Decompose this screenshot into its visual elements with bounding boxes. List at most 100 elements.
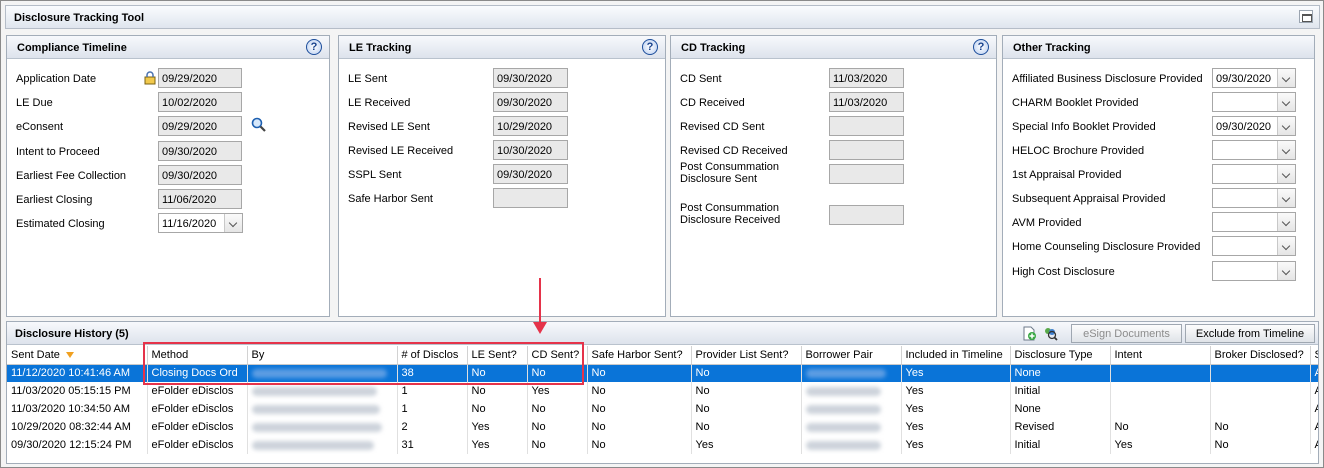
column-label: Sent Date (11, 349, 60, 362)
cell-intent (1110, 382, 1211, 400)
table-row[interactable]: 11/12/2020 10:41:46 AM Closing Docs Ord … (7, 364, 1318, 382)
earliest-fee-collection-field[interactable]: 09/30/2020 (158, 165, 242, 185)
econsent-field[interactable]: 09/29/2020 (158, 116, 242, 136)
le-received-row: LE Received 09/30/2020 (339, 92, 665, 114)
charm-booklet-dropdown[interactable] (1212, 92, 1296, 112)
avm-row: AVM Provided (1003, 212, 1314, 234)
charm-booklet-row: CHARM Booklet Provided (1003, 92, 1314, 114)
lock-icon[interactable] (144, 71, 156, 85)
column-header-broker-disclosed[interactable]: Broker Disclosed? (1210, 346, 1311, 365)
intent-to-proceed-row: Intent to Proceed 09/30/2020 (7, 141, 329, 163)
add-document-icon[interactable] (1022, 326, 1037, 341)
chevron-down-icon[interactable] (1277, 262, 1295, 280)
field-label: CD Sent (680, 73, 722, 85)
cell-broker-disclosed (1210, 364, 1311, 382)
le-sent-row: LE Sent 09/30/2020 (339, 68, 665, 90)
revised-cd-sent-field[interactable] (829, 116, 904, 136)
chevron-down-icon[interactable] (1277, 165, 1295, 183)
magnifier-icon[interactable] (251, 117, 267, 133)
column-header-s[interactable]: S (1310, 346, 1318, 365)
home-counseling-dropdown[interactable] (1212, 236, 1296, 256)
chevron-down-icon[interactable] (1277, 189, 1295, 207)
chevron-down-icon[interactable] (1277, 141, 1295, 159)
cell-sent-date: 11/03/2020 10:34:50 AM (7, 400, 148, 418)
post-consummation-received-field[interactable] (829, 205, 904, 225)
cd-received-field[interactable]: 11/03/2020 (829, 92, 904, 112)
heloc-brochure-dropdown[interactable] (1212, 140, 1296, 160)
table-row[interactable]: 09/30/2020 12:15:24 PM eFolder eDisclos … (7, 436, 1318, 454)
column-header-included-in-timeline[interactable]: Included in Timeline (901, 346, 1011, 365)
help-icon[interactable]: ? (642, 39, 658, 55)
avm-dropdown[interactable] (1212, 212, 1296, 232)
panel-header: Compliance Timeline? (7, 36, 329, 59)
special-info-booklet-dropdown[interactable]: 09/30/2020 (1212, 116, 1296, 136)
estimated-closing-dropdown[interactable]: 11/16/2020 (158, 213, 243, 233)
table-row[interactable]: 10/29/2020 08:32:44 AM eFolder eDisclos … (7, 418, 1318, 436)
le-sent-field[interactable]: 09/30/2020 (493, 68, 568, 88)
cell-intent: No (1110, 418, 1211, 436)
window-titlebar: Disclosure Tracking Tool (5, 5, 1320, 29)
table-row[interactable]: 11/03/2020 10:34:50 AM eFolder eDisclos … (7, 400, 1318, 418)
earliest-closing-field[interactable]: 11/06/2020 (158, 189, 242, 209)
first-appraisal-dropdown[interactable] (1212, 164, 1296, 184)
help-icon[interactable]: ? (973, 39, 989, 55)
field-label: Revised CD Received (680, 145, 788, 157)
table-header-row: Sent Date Method By # of Disclos LE Sent… (7, 346, 1318, 365)
panel-header: LE Tracking? (339, 36, 665, 59)
column-header-method[interactable]: Method (147, 346, 248, 365)
high-cost-dropdown[interactable] (1212, 261, 1296, 281)
revised-le-sent-field[interactable]: 10/29/2020 (493, 116, 568, 136)
panel-title: LE Tracking (349, 42, 412, 54)
search-people-icon[interactable] (1043, 326, 1058, 341)
cd-received-row: CD Received 11/03/2020 (671, 92, 996, 114)
affiliated-business-dropdown[interactable]: 09/30/2020 (1212, 68, 1296, 88)
safe-harbor-sent-field[interactable] (493, 188, 568, 208)
column-header-num-disclos[interactable]: # of Disclos (397, 346, 468, 365)
cd-sent-field[interactable]: 11/03/2020 (829, 68, 904, 88)
cell-provider-list-sent: No (691, 400, 802, 418)
table-row[interactable]: 11/03/2020 05:15:15 PM eFolder eDisclos … (7, 382, 1318, 400)
le-due-field[interactable]: 10/02/2020 (158, 92, 242, 112)
esign-documents-button[interactable]: eSign Documents (1071, 324, 1182, 343)
cell-safe-harbor-sent: No (587, 382, 692, 400)
column-header-cd-sent[interactable]: CD Sent? (527, 346, 588, 365)
estimated-closing-row: Estimated Closing 11/16/2020 (7, 213, 329, 235)
application-date-field[interactable]: 09/29/2020 (158, 68, 242, 88)
chevron-down-icon[interactable] (1277, 237, 1295, 255)
exclude-from-timeline-button[interactable]: Exclude from Timeline (1185, 324, 1315, 343)
sspl-sent-field[interactable]: 09/30/2020 (493, 164, 568, 184)
column-header-sent-date[interactable]: Sent Date (7, 346, 148, 365)
le-received-field[interactable]: 09/30/2020 (493, 92, 568, 112)
revised-le-received-row: Revised LE Received 10/30/2020 (339, 140, 665, 162)
cell-by-redacted (247, 400, 398, 418)
column-header-safe-harbor-sent[interactable]: Safe Harbor Sent? (587, 346, 692, 365)
column-header-le-sent[interactable]: LE Sent? (467, 346, 528, 365)
revised-le-received-field[interactable]: 10/30/2020 (493, 140, 568, 160)
chevron-down-icon[interactable] (1277, 69, 1295, 87)
intent-to-proceed-field[interactable]: 09/30/2020 (158, 141, 242, 161)
window-title: Disclosure Tracking Tool (14, 12, 144, 24)
cd-tracking-panel: CD Tracking? CD Sent 11/03/2020 CD Receiv… (670, 35, 997, 317)
post-consummation-sent-field[interactable] (829, 164, 904, 184)
help-icon[interactable]: ? (306, 39, 322, 55)
column-header-by[interactable]: By (247, 346, 398, 365)
chevron-down-icon[interactable] (1277, 213, 1295, 231)
redacted-text (805, 386, 881, 396)
cell-by-redacted (247, 382, 398, 400)
cell-safe-harbor-sent: No (587, 364, 692, 382)
chevron-down-icon[interactable] (1277, 117, 1295, 135)
chevron-down-icon[interactable] (224, 214, 242, 232)
column-header-provider-list-sent[interactable]: Provider List Sent? (691, 346, 802, 365)
sspl-sent-row: SSPL Sent 09/30/2020 (339, 164, 665, 186)
revised-cd-received-field[interactable] (829, 140, 904, 160)
column-header-disclosure-type[interactable]: Disclosure Type (1010, 346, 1111, 365)
other-tracking-panel: Other Tracking Affiliated Business Discl… (1002, 35, 1315, 317)
cell-sent-date: 11/03/2020 05:15:15 PM (7, 382, 148, 400)
subsequent-appraisal-dropdown[interactable] (1212, 188, 1296, 208)
column-header-borrower-pair[interactable]: Borrower Pair (801, 346, 902, 365)
chevron-down-icon[interactable] (1277, 93, 1295, 111)
column-header-intent[interactable]: Intent (1110, 346, 1211, 365)
field-label: Home Counseling Disclosure Provided (1012, 241, 1201, 253)
safe-harbor-sent-row: Safe Harbor Sent (339, 188, 665, 210)
maximize-icon[interactable] (1299, 10, 1313, 23)
